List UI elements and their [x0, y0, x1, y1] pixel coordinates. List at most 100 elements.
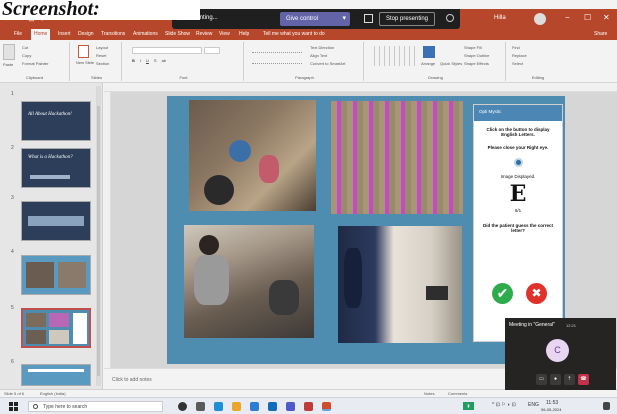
convert-smartart-button[interactable]: Convert to SmartArt	[310, 61, 345, 66]
paste-icon[interactable]	[3, 44, 15, 60]
slide-number: 2	[11, 145, 14, 151]
slide-number: 6	[11, 359, 14, 365]
edge-icon[interactable]	[214, 402, 223, 411]
align-text-button[interactable]: Align Text	[310, 53, 327, 58]
slide-thumbnail-5[interactable]	[21, 308, 91, 348]
notification-icon[interactable]	[603, 402, 610, 410]
slide-thumbnail-6[interactable]	[21, 364, 91, 386]
slide-thumbnail-1[interactable]: All About Hackathon!	[21, 101, 91, 141]
taskbar-search-input[interactable]: Type here to search	[28, 401, 163, 412]
windows-start-icon[interactable]	[9, 402, 18, 411]
screenshot-root: Screenshot: ↩ ↪ ⊡ ▾ Presenting... Give c…	[0, 0, 617, 414]
stop-presenting-button[interactable]: Stop presenting	[379, 12, 435, 26]
teams-icon[interactable]	[286, 402, 295, 411]
comments-toggle[interactable]: Comments	[448, 391, 467, 396]
shape-effects-button[interactable]: Shape Effects	[464, 61, 489, 66]
font-format-buttons[interactable]: B I U Sab	[132, 58, 232, 64]
paste-button[interactable]: Paste	[3, 62, 13, 67]
tray-icons[interactable]: ^ ⊡ ⚐ ◖ ⊡	[492, 402, 516, 408]
pin-icon[interactable]	[446, 14, 454, 22]
app-icon[interactable]	[304, 402, 313, 411]
give-control-button[interactable]: Give control ▾	[280, 12, 350, 26]
font-size-select[interactable]	[204, 47, 220, 54]
windows-taskbar: Type here to search ▮ ^ ⊡ ⚐ ◖ ⊡ ENG 11:5…	[0, 397, 617, 414]
photo-figure	[204, 175, 234, 205]
arrange-icon[interactable]	[423, 46, 435, 58]
photo-presentation[interactable]	[338, 226, 462, 343]
text-direction-button[interactable]: Text Direction	[310, 45, 334, 50]
align-buttons[interactable]	[252, 58, 302, 64]
photo-soldering[interactable]	[184, 225, 314, 338]
photo-students-workbench[interactable]	[189, 100, 316, 211]
store-icon[interactable]	[250, 402, 259, 411]
photo-field-markers[interactable]	[331, 101, 463, 214]
font-family-select[interactable]	[132, 47, 202, 54]
replace-button[interactable]: Replace	[512, 53, 527, 58]
task-view-icon[interactable]	[196, 402, 205, 411]
hang-up-icon[interactable]: ☎	[578, 374, 589, 385]
tab-animations[interactable]: Animations	[133, 31, 158, 37]
mail-icon[interactable]	[268, 402, 277, 411]
drawing-group-label: Drawing	[428, 75, 443, 80]
section-button[interactable]: Section	[96, 61, 109, 66]
select-button[interactable]: Select	[512, 61, 523, 66]
cortana-icon[interactable]	[178, 402, 187, 411]
tab-transitions[interactable]: Transitions	[101, 31, 125, 37]
arrange-button[interactable]: Arrange	[421, 61, 435, 66]
teams-meeting-window[interactable]: Meeting in "General" 12:21 C ▭ ● ⇡ ☎	[505, 318, 616, 390]
share-screen-icon[interactable]	[364, 14, 373, 23]
slide-number: 5	[11, 305, 14, 311]
photo-figure	[269, 280, 299, 315]
tab-help[interactable]: Help	[239, 31, 249, 37]
quick-styles-button[interactable]: Quick Styles	[440, 61, 462, 66]
new-slide-button[interactable]: New Slide	[76, 60, 94, 65]
slide-thumbnail-2[interactable]: What is a Hackathon?	[21, 148, 91, 188]
tell-me-search[interactable]: Tell me what you want to do	[263, 31, 325, 37]
copy-button[interactable]: Copy	[22, 53, 31, 58]
mic-icon[interactable]: ●	[550, 374, 561, 385]
slide-number: 3	[11, 195, 14, 201]
language-indicator[interactable]: English (India)	[40, 391, 66, 396]
close-button[interactable]: ✕	[603, 13, 610, 22]
maximize-button[interactable]: ☐	[584, 13, 591, 22]
shapes-gallery[interactable]	[370, 46, 418, 66]
powerpoint-icon[interactable]	[322, 402, 331, 411]
battery-icon[interactable]: ▮	[463, 402, 474, 410]
share-button[interactable]: Share	[594, 31, 607, 37]
status-bar: Slide 5 of 6 English (India) Notes Comme…	[0, 389, 617, 397]
check-icon[interactable]: ✔	[492, 283, 513, 304]
thumbnail-scrollbar[interactable]	[96, 86, 101, 386]
minimize-button[interactable]: −	[565, 13, 570, 22]
thumbnail-photo	[49, 330, 69, 344]
tab-slide-show[interactable]: Slide Show	[165, 31, 190, 37]
notes-toggle[interactable]: Notes	[424, 391, 434, 396]
layout-button[interactable]: Layout	[96, 45, 108, 50]
eye-test-panel: Opti Mystic Click on the button to displ…	[473, 104, 563, 342]
find-button[interactable]: Find	[512, 45, 520, 50]
list-buttons[interactable]	[252, 47, 302, 53]
reset-button[interactable]: Reset	[96, 53, 106, 58]
user-name: Hilla	[494, 15, 506, 21]
tab-review[interactable]: Review	[196, 31, 212, 37]
shape-fill-button[interactable]: Shape Fill	[464, 45, 482, 50]
cut-button[interactable]: Cut	[22, 45, 28, 50]
new-slide-icon[interactable]	[78, 45, 89, 58]
language-label[interactable]: ENG	[528, 402, 539, 408]
clock-date[interactable]: 06-05-2024	[541, 407, 561, 412]
format-painter-button[interactable]: Format Painter	[22, 61, 48, 66]
tab-home[interactable]: Home	[31, 29, 51, 40]
video-icon[interactable]: ▭	[536, 374, 547, 385]
tab-insert[interactable]: Insert	[58, 31, 71, 37]
file-explorer-icon[interactable]	[232, 402, 241, 411]
tab-view[interactable]: View	[219, 31, 230, 37]
share-icon[interactable]: ⇡	[564, 374, 575, 385]
tab-file[interactable]: File	[14, 31, 22, 37]
cross-icon[interactable]: ✖	[526, 283, 547, 304]
panel-header: Opti Mystic	[474, 105, 562, 121]
avatar[interactable]	[534, 13, 546, 25]
tab-design[interactable]: Design	[78, 31, 94, 37]
shape-outline-button[interactable]: Shape Outline	[464, 53, 489, 58]
slide-thumbnail-4[interactable]	[21, 255, 91, 295]
slide-thumbnail-3[interactable]	[21, 201, 91, 241]
clock-time[interactable]: 11:53	[546, 400, 558, 406]
